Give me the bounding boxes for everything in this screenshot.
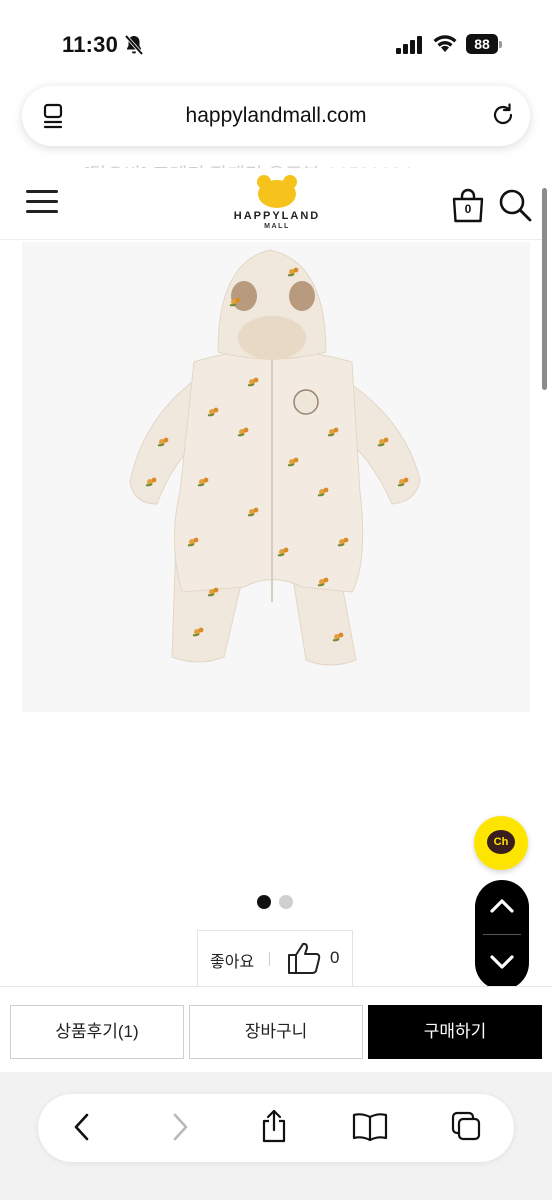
- share-icon[interactable]: [260, 1108, 288, 1149]
- like-count: 0: [330, 948, 340, 967]
- page-scrollbar[interactable]: [542, 188, 547, 390]
- forward-icon[interactable]: [170, 1112, 190, 1147]
- brand-name: HAPPYLAND: [233, 210, 321, 222]
- cellular-signal-icon: [396, 36, 424, 59]
- battery-icon: 88: [466, 34, 502, 54]
- tabs-icon[interactable]: [450, 1110, 482, 1147]
- happyland-logo[interactable]: HAPPYLAND MALL: [222, 174, 332, 236]
- bear-logo-icon: [257, 175, 297, 208]
- address-bar[interactable]: happylandmall.com: [22, 86, 530, 146]
- like-label: 좋아요: [210, 954, 255, 971]
- scroll-control: [475, 880, 529, 990]
- brand-sub: MALL: [264, 223, 290, 230]
- wifi-icon: [432, 34, 458, 59]
- pagination-dot[interactable]: [279, 895, 293, 909]
- status-bar: 11:30 88: [0, 0, 552, 88]
- review-button[interactable]: 상품후기(1): [10, 1005, 184, 1059]
- url-text[interactable]: happylandmall.com: [22, 104, 530, 128]
- status-time: 11:30: [62, 32, 119, 57]
- like-box: 좋아요 0: [197, 930, 353, 986]
- baby-bodysuit-illustration: [129, 249, 421, 666]
- browser-toolbar: [0, 1072, 552, 1200]
- scroll-up-icon[interactable]: [488, 894, 516, 923]
- bookmarks-icon[interactable]: [352, 1112, 388, 1147]
- search-icon[interactable]: [498, 188, 532, 227]
- thumbs-up-icon[interactable]: [286, 941, 322, 980]
- shopping-bag-button[interactable]: 0: [450, 188, 486, 224]
- pagination-dot-active[interactable]: [257, 895, 271, 909]
- site-header: HAPPYLAND MALL 0: [0, 168, 544, 240]
- reload-icon[interactable]: [490, 102, 516, 133]
- menu-icon[interactable]: [26, 190, 58, 214]
- silent-bell-icon: [124, 34, 144, 61]
- product-image[interactable]: [22, 242, 530, 712]
- scroll-down-icon[interactable]: [488, 950, 516, 979]
- buy-now-button[interactable]: 구매하기: [368, 1005, 542, 1059]
- cart-count: 0: [464, 202, 472, 216]
- back-icon[interactable]: [72, 1112, 92, 1147]
- kakao-chat-button[interactable]: Ch: [474, 816, 528, 870]
- chat-bubble-icon: Ch: [487, 830, 515, 854]
- action-bar: 상품후기(1) 장바구니 구매하기: [0, 986, 552, 1072]
- add-to-cart-button[interactable]: 장바구니: [189, 1005, 363, 1059]
- battery-level: 88: [466, 34, 498, 54]
- image-pagination: [257, 895, 301, 914]
